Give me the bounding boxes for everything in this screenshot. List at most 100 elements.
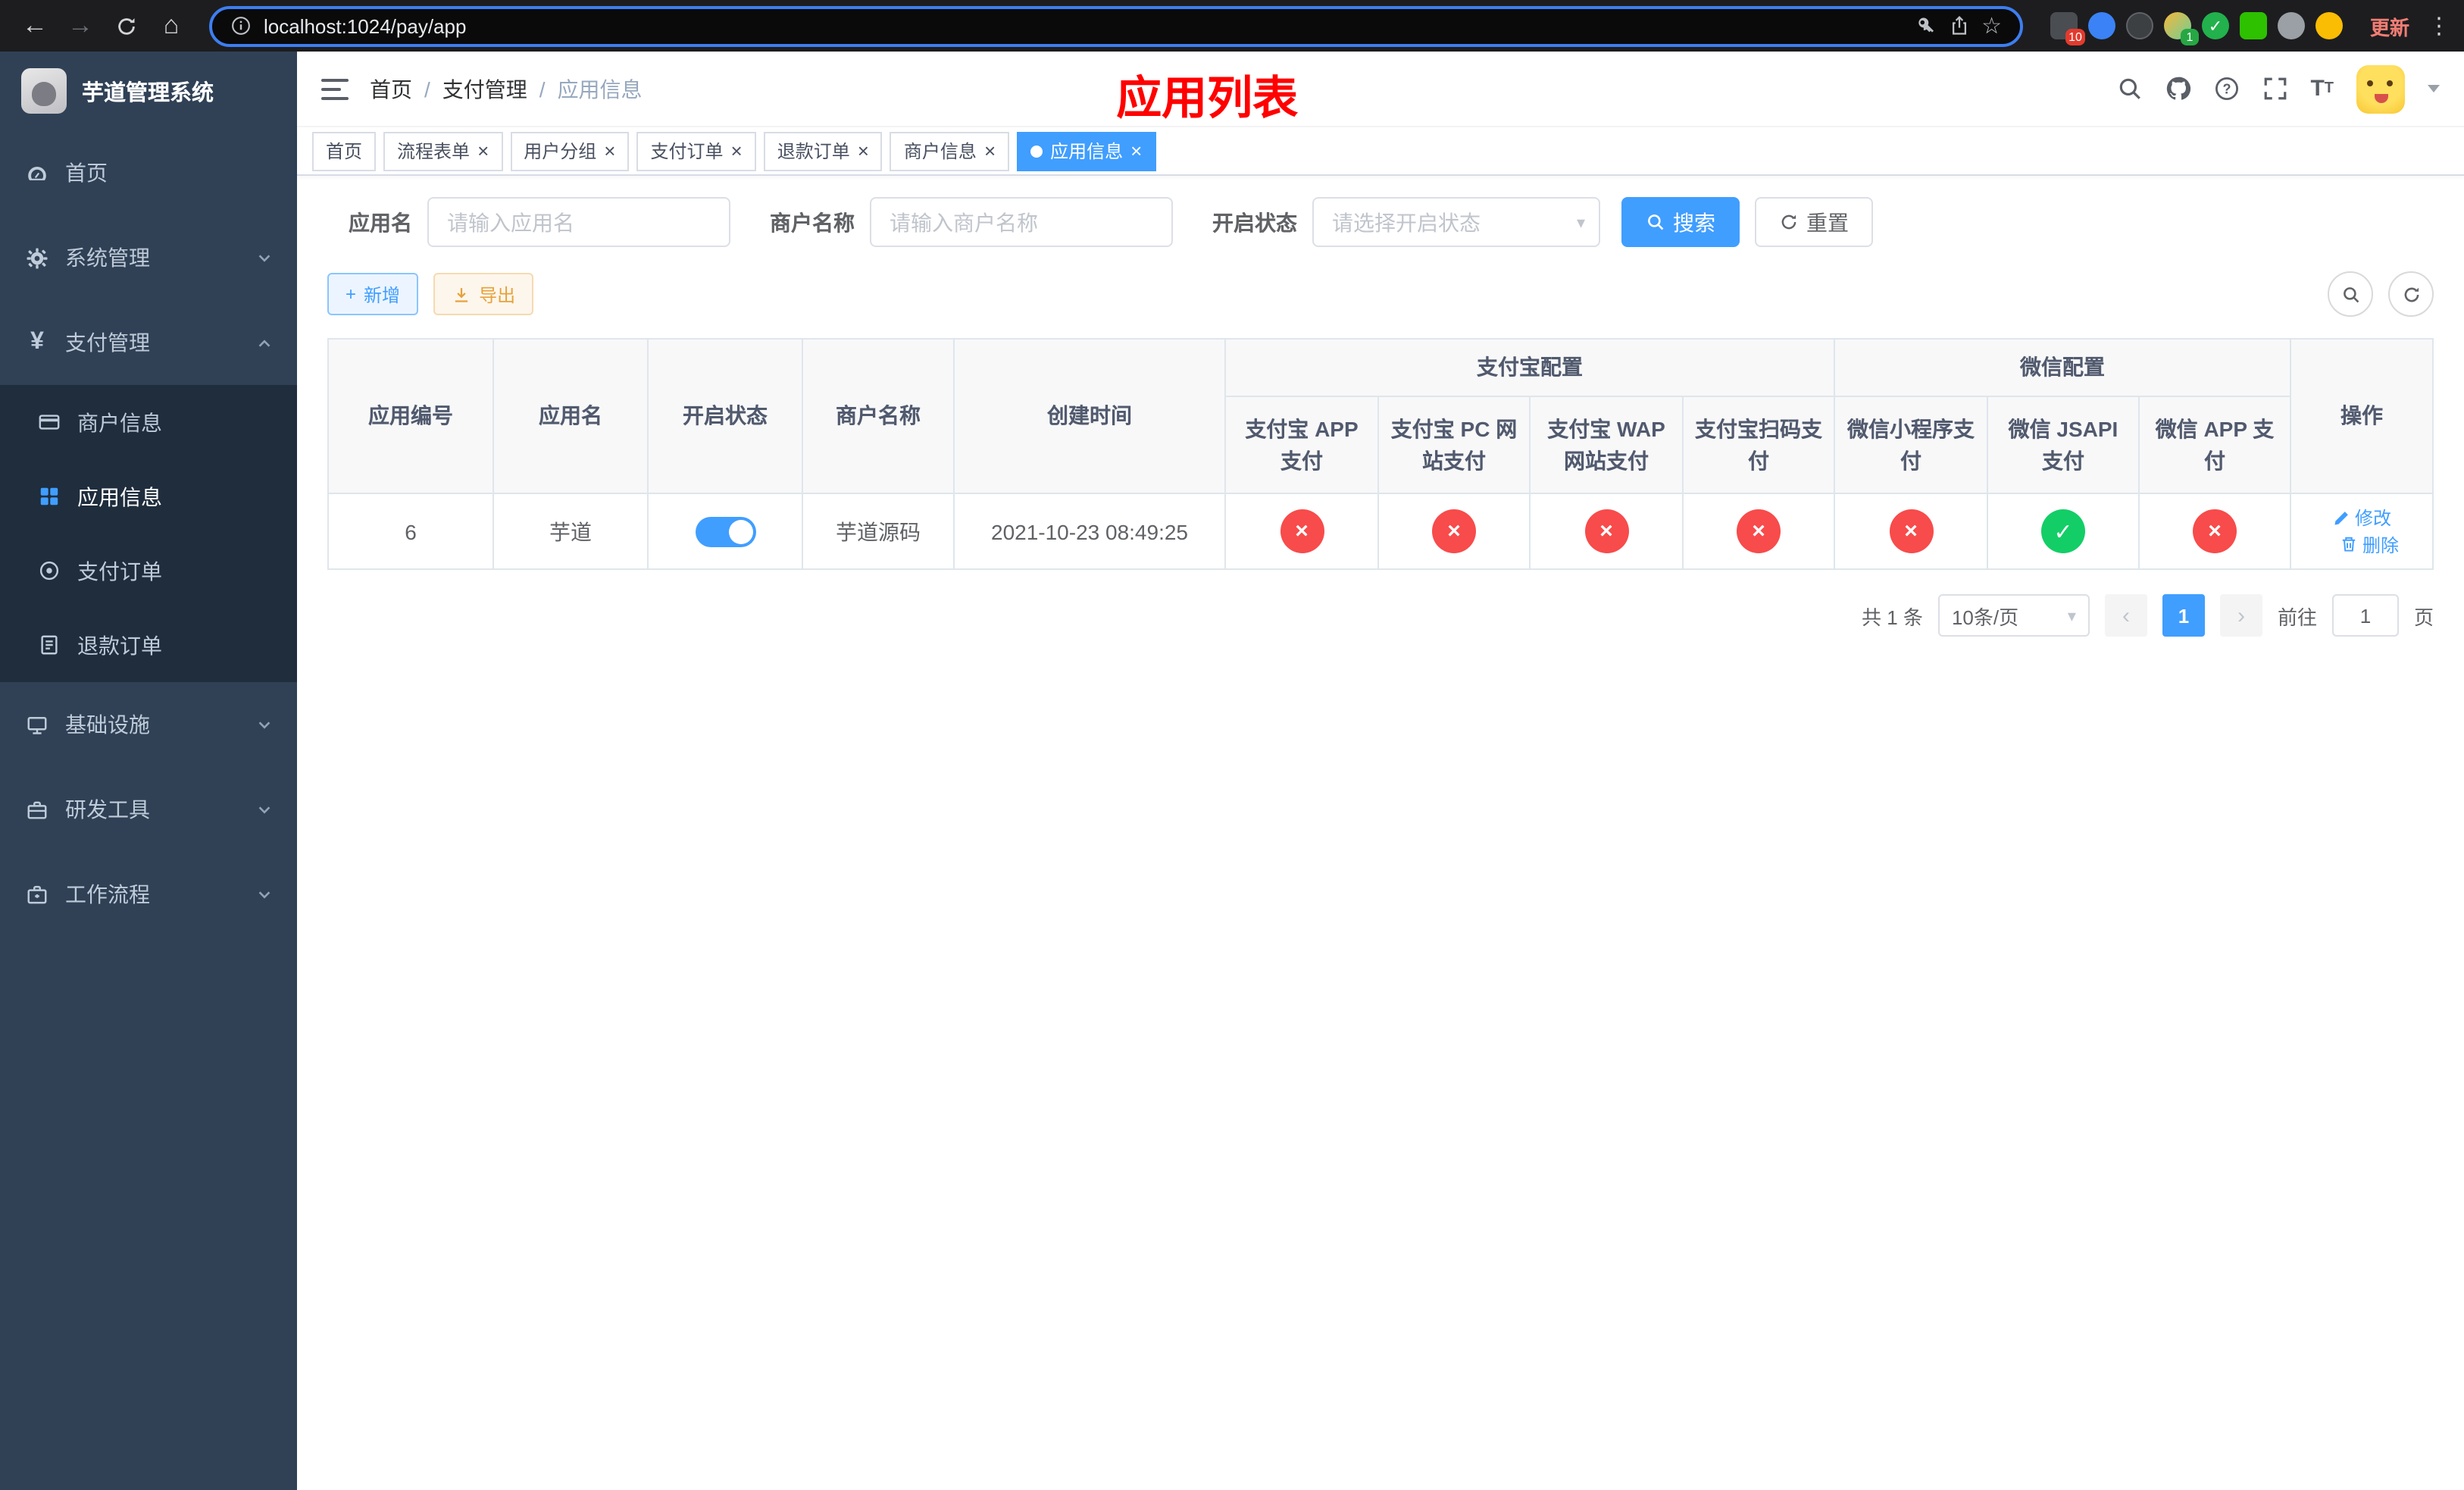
app-name-input[interactable] <box>427 197 730 247</box>
tab-label: 应用信息 <box>1050 141 1124 162</box>
help-icon[interactable]: ? <box>2213 76 2239 102</box>
github-icon[interactable] <box>2165 76 2190 102</box>
main-content: 首页 / 支付管理 / 应用信息 应用列表 ? T T 首页 流程表单 × 用户… <box>297 52 2464 1490</box>
forward-button[interactable]: → <box>61 6 100 45</box>
extension-icon-4[interactable]: 1 <box>2163 12 2199 45</box>
pencil-icon <box>2334 511 2348 524</box>
fullscreen-icon[interactable] <box>2262 76 2287 102</box>
column-header-alipay-qr: 支付宝扫码支付 <box>1682 396 1835 494</box>
cell-created: 2021-10-23 08:49:25 <box>953 493 1226 570</box>
tab-pay-order[interactable]: 支付订单 × <box>636 131 756 171</box>
tab-merchant-info[interactable]: 商户信息 × <box>890 131 1010 171</box>
password-key-icon[interactable] <box>1915 15 1936 36</box>
search-icon[interactable] <box>2116 76 2142 102</box>
page-size-select[interactable]: 10条/页 ▾ <box>1937 594 2090 637</box>
chevron-down-icon <box>256 801 273 818</box>
tab-label: 退款订单 <box>777 141 850 162</box>
back-button[interactable]: ← <box>15 6 55 45</box>
sidebar-item-merchant-info[interactable]: 商户信息 <box>0 385 297 459</box>
alipay-app-status-icon: × <box>1280 509 1324 553</box>
sidebar-item-refund-order[interactable]: 退款订单 <box>0 608 297 682</box>
sidebar-item-workflow[interactable]: 工作流程 <box>0 852 297 937</box>
breadcrumb-home[interactable]: 首页 <box>370 74 412 104</box>
sidebar-item-app-info[interactable]: 应用信息 <box>0 459 297 534</box>
wechat-jsapi-status-icon: ✓ <box>2041 509 2085 553</box>
sidebar-toggle-icon[interactable] <box>321 78 349 99</box>
tab-home[interactable]: 首页 <box>312 131 377 171</box>
goto-page-input[interactable] <box>2331 594 2399 637</box>
sidebar-item-label: 支付管理 <box>65 330 150 355</box>
grid-icon <box>36 484 62 509</box>
tab-app-info[interactable]: 应用信息 × <box>1017 131 1156 171</box>
search-button[interactable]: 搜索 <box>1621 197 1740 247</box>
close-icon[interactable]: × <box>604 141 615 161</box>
tab-label: 用户分组 <box>524 141 597 162</box>
toggle-search-button[interactable] <box>2328 271 2373 317</box>
pagination-total: 共 1 条 <box>1862 606 1923 628</box>
puzzle-extensions-icon[interactable] <box>2277 12 2305 39</box>
delete-link[interactable]: 删除 <box>2340 531 2399 557</box>
avatar-caret-icon[interactable] <box>2428 85 2440 92</box>
browser-update-button[interactable]: 更新 <box>2358 11 2422 40</box>
url-text[interactable]: localhost:1024/pay/app <box>264 14 466 37</box>
refresh-button[interactable] <box>2388 271 2434 317</box>
export-button[interactable]: 导出 <box>433 273 534 315</box>
column-header-alipay-pc: 支付宝 PC 网站支付 <box>1377 396 1531 494</box>
toolbox-icon <box>24 797 50 822</box>
extension-icon-1[interactable]: 10 <box>2050 12 2085 45</box>
home-button[interactable]: ⌂ <box>152 6 191 45</box>
extension-icon-6[interactable] <box>2239 12 2267 39</box>
sidebar-item-label: 应用信息 <box>77 484 162 509</box>
group-header-wechat: 微信配置 <box>1833 338 2292 397</box>
status-select[interactable] <box>1312 197 1600 247</box>
sidebar-item-system[interactable]: 系统管理 <box>0 215 297 300</box>
browser-menu-button[interactable]: ⋮ <box>2428 12 2450 39</box>
breadcrumb-section[interactable]: 支付管理 <box>442 74 527 104</box>
tab-process-form[interactable]: 流程表单 × <box>383 131 503 171</box>
reset-button[interactable]: 重置 <box>1755 197 1873 247</box>
tab-user-group[interactable]: 用户分组 × <box>510 131 630 171</box>
active-tab-dot <box>1030 145 1043 157</box>
bookmark-star-icon[interactable]: ☆ <box>1981 12 2002 39</box>
merchant-name-input[interactable] <box>870 197 1173 247</box>
status-toggle[interactable] <box>695 516 755 546</box>
site-info-icon[interactable] <box>230 15 252 36</box>
close-icon[interactable]: × <box>731 141 743 161</box>
goto-suffix-label: 页 <box>2413 606 2434 628</box>
font-size-icon[interactable]: TT <box>2310 77 2334 100</box>
close-icon[interactable]: × <box>1130 141 1142 161</box>
sidebar-item-label: 研发工具 <box>65 797 150 822</box>
sidebar-item-pay-order[interactable]: 支付订单 <box>0 534 297 608</box>
page-number-1[interactable]: 1 <box>2162 594 2205 637</box>
chevron-down-icon <box>256 249 273 266</box>
address-bar[interactable]: localhost:1024/pay/app ☆ <box>209 5 2023 46</box>
status-label: 开启状态 <box>1212 210 1297 234</box>
profile-avatar-icon[interactable] <box>2315 12 2343 39</box>
yen-icon: ¥ <box>30 329 44 355</box>
close-icon[interactable]: × <box>477 141 489 161</box>
gear-icon <box>24 245 50 271</box>
extension-icon-2[interactable] <box>2087 12 2115 39</box>
next-page-button[interactable]: › <box>2219 594 2262 637</box>
sidebar-logo-row[interactable]: 芋道管理系统 <box>0 52 297 130</box>
tab-refund-order[interactable]: 退款订单 × <box>763 131 883 171</box>
extension-icon-3[interactable] <box>2125 12 2153 39</box>
sidebar-item-infra[interactable]: 基础设施 <box>0 682 297 767</box>
share-icon[interactable] <box>1948 15 1969 36</box>
edit-link[interactable]: 修改 <box>2332 505 2391 531</box>
sidebar-item-payment[interactable]: ¥ 支付管理 <box>0 300 297 385</box>
column-header-app-id: 应用编号 <box>327 338 494 494</box>
add-button[interactable]: + 新增 <box>327 273 419 315</box>
close-icon[interactable]: × <box>984 141 996 161</box>
extension-icon-5[interactable]: ✓ <box>2201 12 2229 39</box>
prev-page-button[interactable]: ‹ <box>2104 594 2147 637</box>
user-avatar[interactable] <box>2356 64 2405 113</box>
chevron-down-icon <box>256 716 273 733</box>
sidebar-item-home[interactable]: 首页 <box>0 130 297 215</box>
tab-label: 首页 <box>326 141 363 162</box>
close-icon[interactable]: × <box>858 141 869 161</box>
sidebar-item-dev-tools[interactable]: 研发工具 <box>0 767 297 852</box>
reload-button[interactable] <box>106 6 145 45</box>
chevron-down-icon: ▾ <box>2067 607 2076 625</box>
group-header-alipay: 支付宝配置 <box>1224 338 1835 397</box>
